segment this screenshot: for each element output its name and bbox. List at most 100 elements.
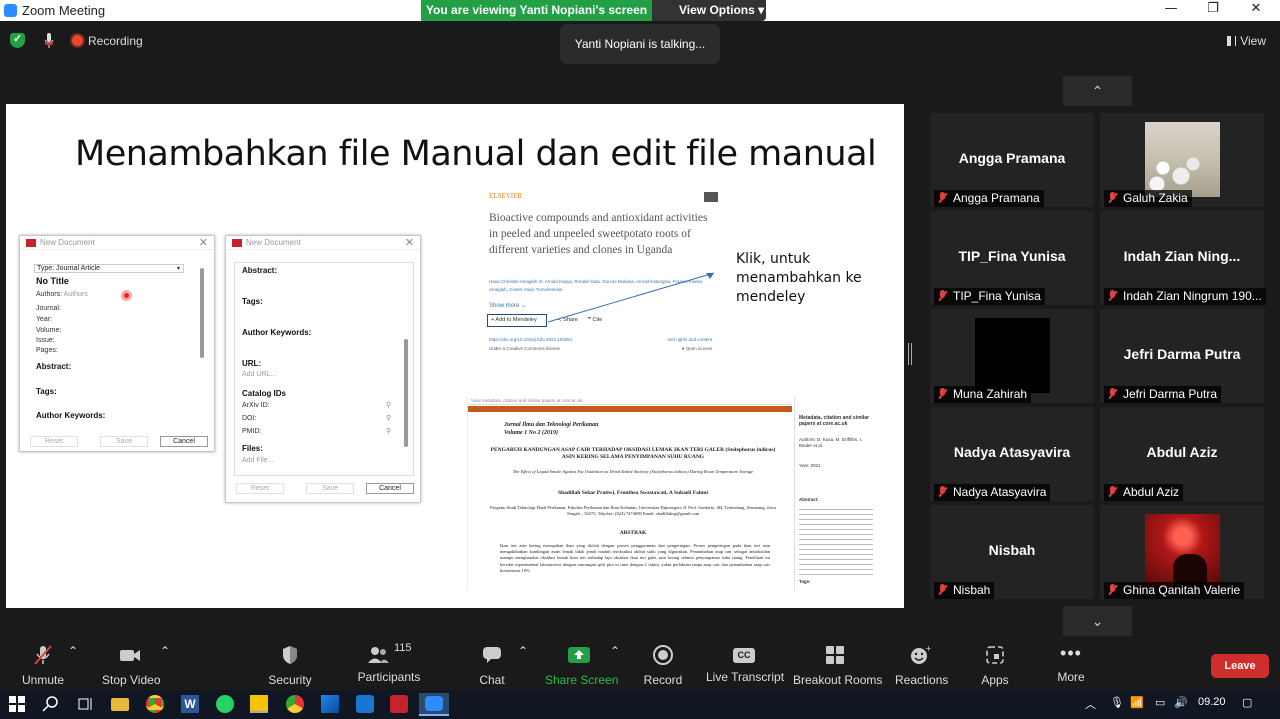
author-keywords-field[interactable]: Author Keywords: — [242, 328, 311, 337]
tags-field[interactable]: Tags: — [36, 387, 57, 396]
type-select[interactable]: Type: Journal Article ▾ — [34, 264, 184, 273]
reactions-button[interactable]: + Reactions — [895, 644, 948, 687]
search-icon[interactable]: ⚲ — [386, 414, 391, 422]
view-options-button[interactable]: View Options ▾ — [652, 0, 766, 21]
issue-field[interactable]: Issue: — [36, 337, 55, 344]
battery-icon[interactable]: ▭ — [1155, 696, 1165, 709]
journal-field[interactable]: Journal: — [36, 305, 61, 312]
scrollbar[interactable] — [200, 268, 204, 358]
abstract-field[interactable]: Abstract: — [36, 362, 71, 371]
year-field[interactable]: Year: — [36, 316, 52, 323]
maximize-button[interactable]: ❐ — [1193, 1, 1233, 19]
chat-button[interactable]: Chat — [477, 644, 507, 687]
author-keywords-field[interactable]: Author Keywords: — [36, 411, 105, 420]
add-url-input[interactable]: Add URL... — [242, 371, 276, 378]
participant-tile[interactable]: Abdul Aziz Abdul Aziz — [1100, 407, 1264, 501]
participant-tile[interactable]: Angga Pramana Angga Pramana — [930, 113, 1094, 207]
participants-button[interactable]: 115 Participants — [357, 642, 421, 684]
chat-options-caret[interactable]: ⌃ — [518, 644, 528, 658]
participant-tile[interactable]: Muna Zahirah — [930, 309, 1094, 403]
file-explorer-icon[interactable] — [111, 698, 129, 711]
whatsapp-icon[interactable] — [216, 695, 234, 713]
microphone-tray-icon[interactable]: 🎙 — [1110, 696, 1124, 709]
paper-title: PENGARUH KANDUNGAN ASAP CAIR TERHADAP OK… — [490, 447, 776, 460]
search-icon[interactable]: ⚲ — [386, 427, 391, 435]
chrome-profile-icon[interactable] — [286, 695, 304, 713]
cancel-button[interactable]: Cancel — [160, 436, 208, 447]
save-button[interactable]: Save — [306, 483, 354, 494]
sticky-notes-icon[interactable] — [250, 695, 268, 713]
mendeley-taskbar-icon[interactable] — [390, 695, 408, 713]
encryption-shield-icon[interactable] — [10, 32, 25, 48]
share-options-caret[interactable]: ⌃ — [610, 644, 620, 658]
volume-field[interactable]: Volume: — [36, 327, 61, 334]
tags-field[interactable]: Tags: — [242, 297, 263, 306]
apps-button[interactable]: Apps — [980, 644, 1010, 687]
cc-icon: CC — [733, 648, 755, 663]
resize-handle[interactable] — [908, 343, 912, 365]
pmid-field[interactable]: PMID: — [242, 428, 261, 435]
slide-title: Menambahkan file Manual dan edit file ma… — [75, 134, 877, 174]
app-icon[interactable] — [356, 695, 374, 713]
add-to-mendeley-button[interactable]: + Add to Mendeley — [487, 314, 547, 327]
show-more-link[interactable]: Show more ⌄ — [489, 302, 526, 309]
zoom-taskbar-button[interactable] — [419, 693, 449, 716]
doi-field[interactable]: DOI: — [242, 415, 256, 422]
arxiv-id-field[interactable]: ArXiv ID: — [242, 402, 270, 409]
share-screen-button[interactable]: Share Screen — [545, 644, 618, 687]
authors-field[interactable]: Authors: Authors — [36, 291, 88, 298]
cancel-button[interactable]: Cancel — [366, 483, 414, 494]
gallery-down-button[interactable]: ⌄ — [1063, 606, 1132, 636]
scrollbar[interactable] — [404, 339, 408, 447]
doi-link[interactable]: https://doi.org/10.1016/j.fufo.2022.1000… — [489, 337, 572, 342]
participant-tile[interactable]: Nisbah Nisbah — [930, 505, 1094, 599]
breakout-rooms-button[interactable]: Breakout Rooms — [793, 644, 882, 687]
unmute-button[interactable]: Unmute — [20, 644, 66, 687]
gallery-up-button[interactable]: ⌃ — [1063, 76, 1132, 106]
photos-icon[interactable] — [321, 695, 339, 713]
abstract-field[interactable]: Abstract: — [242, 266, 277, 275]
participant-tile[interactable]: Ghina Qanitah Valerie — [1100, 505, 1264, 599]
participant-tile[interactable]: TIP_Fina Yunisa TIP_Fina Yunisa — [930, 211, 1094, 305]
pages-field[interactable]: Pages: — [36, 347, 58, 354]
word-icon[interactable]: W — [181, 695, 199, 713]
reset-button[interactable]: Reset — [30, 436, 78, 447]
notifications-icon[interactable]: ▢ — [1242, 696, 1252, 709]
save-button[interactable]: Save — [100, 436, 148, 447]
core-metadata-strip[interactable]: View metadata, citation and similar pape… — [468, 397, 792, 405]
security-button[interactable]: Security — [268, 644, 312, 687]
close-button[interactable]: ✕ — [1236, 1, 1276, 19]
leave-button[interactable]: Leave — [1211, 654, 1269, 678]
clock[interactable]: 09.20 — [1198, 696, 1226, 708]
add-file-input[interactable]: Add File... — [242, 457, 274, 464]
stop-video-button[interactable]: Stop Video — [102, 644, 161, 687]
more-button[interactable]: ••• More — [1056, 644, 1086, 684]
search-icon[interactable] — [42, 695, 60, 713]
reset-button[interactable]: Reset — [236, 483, 284, 494]
recording-indicator[interactable]: Recording — [72, 34, 143, 48]
network-icon[interactable]: 📶 — [1130, 696, 1144, 709]
authors-placeholder: Authors — [63, 291, 88, 298]
tray-chevron-icon[interactable]: ︿ — [1085, 696, 1096, 712]
participant-tile[interactable]: Indah Zian Ning... Indah Zian Ningrum 19… — [1100, 211, 1266, 305]
participant-tile[interactable]: Nadya Atasyavira Nadya Atasyavira — [930, 407, 1094, 501]
minimize-button[interactable]: — — [1151, 1, 1191, 19]
no-title-field[interactable]: No Title — [36, 276, 69, 286]
close-icon[interactable]: ✕ — [199, 236, 208, 250]
search-icon[interactable]: ⚲ — [386, 401, 391, 409]
windows-start-icon[interactable] — [8, 695, 26, 713]
close-icon[interactable]: ✕ — [405, 236, 414, 250]
mic-icon[interactable] — [44, 33, 54, 49]
record-button[interactable]: Record — [643, 644, 683, 687]
chrome-icon[interactable] — [146, 695, 164, 713]
task-view-icon[interactable] — [76, 695, 94, 713]
video-options-caret[interactable]: ⌃ — [160, 644, 170, 658]
participant-tile[interactable]: Jefri Darma Putra Jefri Darma Putra — [1100, 309, 1264, 403]
mic-muted-icon — [1107, 290, 1118, 302]
live-transcript-button[interactable]: CC Live Transcript — [706, 644, 784, 684]
volume-icon[interactable]: 🔊 — [1174, 696, 1188, 709]
audio-options-caret[interactable]: ⌃ — [68, 644, 78, 658]
view-layout-button[interactable]: View — [1227, 34, 1266, 48]
rights-link[interactable]: Get rights and content — [668, 337, 712, 342]
participant-tile[interactable]: Galuh Zakia — [1100, 113, 1264, 207]
